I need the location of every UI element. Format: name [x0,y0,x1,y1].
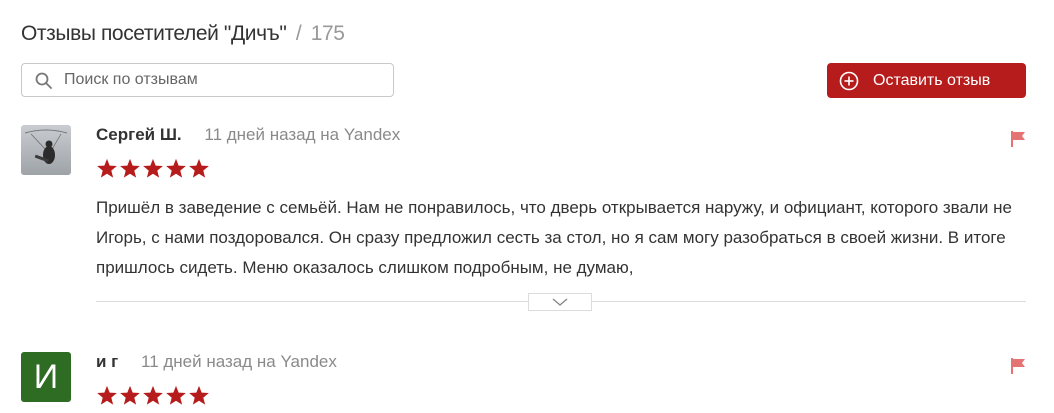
chevron-down-icon [552,298,568,306]
search-box[interactable] [21,63,394,97]
plus-circle-icon [839,71,859,90]
review-meta: и г 11 дней назад на Yandex [96,352,337,372]
star-icon [120,385,140,405]
star-icon [97,385,117,405]
star-rating [96,158,210,179]
avatar-letter: И [33,357,59,396]
star-icon [143,385,163,405]
review-count: 175 [310,22,345,45]
review-date: 11 дней назад на Yandex [141,352,337,371]
avatar[interactable] [21,125,71,175]
star-icon [166,385,186,405]
page-title: Отзывы посетителей "Дичъ" / 175 [21,22,345,46]
expand-review-button[interactable] [528,293,592,311]
star-icon [143,158,163,178]
star-rating [96,385,210,406]
title-separator: / [295,22,302,45]
star-icon [97,158,117,178]
search-input[interactable] [62,70,366,90]
review-author[interactable]: и г [96,352,118,371]
add-review-button[interactable]: Оставить отзыв [827,63,1026,98]
flag-icon[interactable] [1010,131,1026,147]
star-icon [166,158,186,178]
review-text: Пришёл в заведение с семьёй. Нам не понр… [96,198,1012,277]
star-icon [189,158,209,178]
add-review-label: Оставить отзыв [873,71,991,89]
page-title-text: Отзывы посетителей "Дичъ" [21,22,287,45]
avatar-photo [21,125,71,175]
review-meta: Сергей Ш. 11 дней назад на Yandex [96,125,400,145]
star-icon [120,158,140,178]
flag-icon[interactable] [1010,358,1026,374]
review-author[interactable]: Сергей Ш. [96,125,182,144]
star-icon [189,385,209,405]
review-date: 11 дней назад на Yandex [204,125,401,144]
avatar[interactable]: И [21,352,71,402]
search-icon [35,72,52,89]
